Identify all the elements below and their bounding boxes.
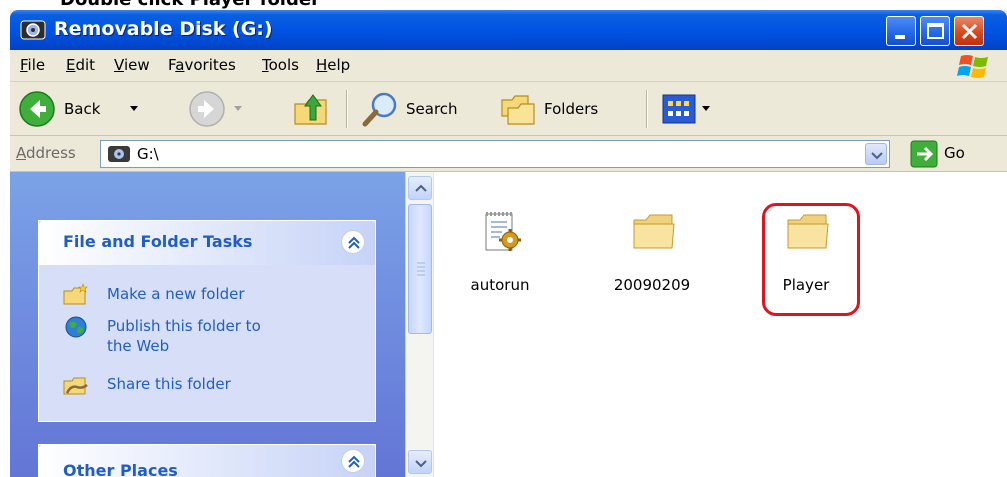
chevron-up-icon	[415, 184, 427, 192]
file-folder-tasks-title: File and Folder Tasks	[63, 232, 253, 251]
standard-toolbar: Back Search Folders	[10, 82, 1007, 136]
file-name: Player	[782, 276, 830, 294]
go-label: Go	[944, 144, 965, 162]
address-value: G:\	[137, 145, 159, 163]
address-input[interactable]: G:\	[100, 140, 890, 168]
search-label: Search	[406, 100, 458, 118]
file-item-player[interactable]: Player	[756, 172, 856, 294]
back-label: Back	[64, 100, 101, 118]
file-name: autorun	[470, 276, 530, 294]
task-pane-scrollbar[interactable]	[405, 172, 433, 477]
windows-logo-icon	[957, 55, 988, 78]
collapse-button[interactable]	[341, 449, 365, 473]
toolbar-separator	[346, 90, 348, 128]
share-folder-label: Share this folder	[107, 375, 231, 393]
menu-file[interactable]: File	[20, 56, 45, 74]
folder-icon	[633, 214, 675, 249]
file-folder-tasks-header[interactable]: File and Folder Tasks	[39, 221, 375, 265]
up-folder-icon	[294, 94, 327, 125]
address-bar: Address G:\ Go	[10, 136, 1007, 172]
window-title: Removable Disk (G:)	[54, 18, 273, 40]
task-pane: File and Folder Tasks Make a new folder …	[10, 172, 405, 477]
publish-globe-icon	[65, 316, 87, 338]
address-dropdown-button[interactable]	[865, 143, 887, 165]
other-places-panel: Other Places	[38, 444, 376, 477]
views-icon	[662, 94, 696, 124]
explorer-window: Removable Disk (G:) File Edit View Favor…	[10, 10, 1007, 477]
make-new-folder-label: Make a new folder	[107, 285, 245, 303]
forward-button[interactable]	[184, 82, 254, 136]
back-button[interactable]: Back	[14, 82, 154, 136]
forward-dropdown-arrow-icon[interactable]	[234, 106, 242, 111]
menu-view[interactable]: View	[114, 56, 150, 74]
close-button[interactable]	[954, 16, 984, 46]
menu-tools[interactable]: Tools	[262, 56, 299, 74]
new-folder-icon	[63, 283, 88, 305]
scroll-up-button[interactable]	[408, 176, 432, 200]
search-magnifier-icon	[362, 92, 397, 127]
folders-button[interactable]: Folders	[494, 82, 634, 136]
publish-folder-label-line2: the Web	[107, 337, 170, 355]
file-name: 20090209	[613, 276, 691, 294]
address-label: Address	[16, 144, 76, 162]
grip-icon	[417, 262, 425, 276]
double-chevron-up-icon	[348, 236, 360, 249]
file-folder-tasks-panel: File and Folder Tasks Make a new folder …	[38, 220, 376, 422]
go-arrow-icon	[910, 140, 938, 168]
double-chevron-up-icon	[348, 455, 360, 468]
publish-folder-label-line1: Publish this folder to	[107, 317, 261, 335]
menu-bar: File Edit View Favorites Tools Help	[10, 50, 1007, 82]
minimize-button[interactable]	[886, 16, 916, 46]
title-bar[interactable]: Removable Disk (G:)	[10, 10, 1007, 50]
folder-icon	[787, 214, 829, 249]
share-folder-icon	[63, 377, 88, 395]
views-dropdown-arrow-icon[interactable]	[702, 106, 710, 111]
settings-file-icon	[485, 212, 521, 251]
close-icon	[961, 23, 978, 40]
go-button[interactable]: Go	[910, 140, 1000, 168]
up-folder-button[interactable]	[288, 82, 334, 136]
maximize-button[interactable]	[920, 16, 950, 46]
file-item-20090209[interactable]: 20090209	[602, 172, 702, 294]
other-places-header[interactable]: Other Places	[39, 445, 375, 477]
folders-icon	[501, 95, 535, 125]
back-arrow-icon	[19, 91, 55, 127]
chevron-down-icon	[415, 460, 427, 468]
scroll-thumb[interactable]	[408, 204, 432, 334]
other-places-title: Other Places	[63, 461, 178, 477]
menu-favorites[interactable]: Favorites	[168, 56, 236, 74]
search-button[interactable]: Search	[356, 82, 486, 136]
folders-label: Folders	[544, 100, 599, 118]
toolbar-separator	[646, 90, 648, 128]
file-view: autorun 20090209 Player	[434, 172, 1007, 477]
collapse-button[interactable]	[341, 230, 365, 254]
removable-disk-icon	[20, 20, 46, 40]
menu-help[interactable]: Help	[316, 56, 350, 74]
menu-edit[interactable]: Edit	[66, 56, 95, 74]
scroll-down-button[interactable]	[408, 450, 432, 474]
file-item-autorun[interactable]: autorun	[450, 172, 550, 294]
forward-arrow-icon	[189, 91, 225, 127]
back-dropdown-arrow-icon[interactable]	[130, 106, 138, 111]
removable-disk-icon	[108, 146, 130, 162]
minimize-icon	[895, 35, 905, 39]
maximize-icon	[927, 23, 944, 39]
views-button[interactable]	[658, 82, 722, 136]
chevron-down-icon	[871, 152, 883, 160]
